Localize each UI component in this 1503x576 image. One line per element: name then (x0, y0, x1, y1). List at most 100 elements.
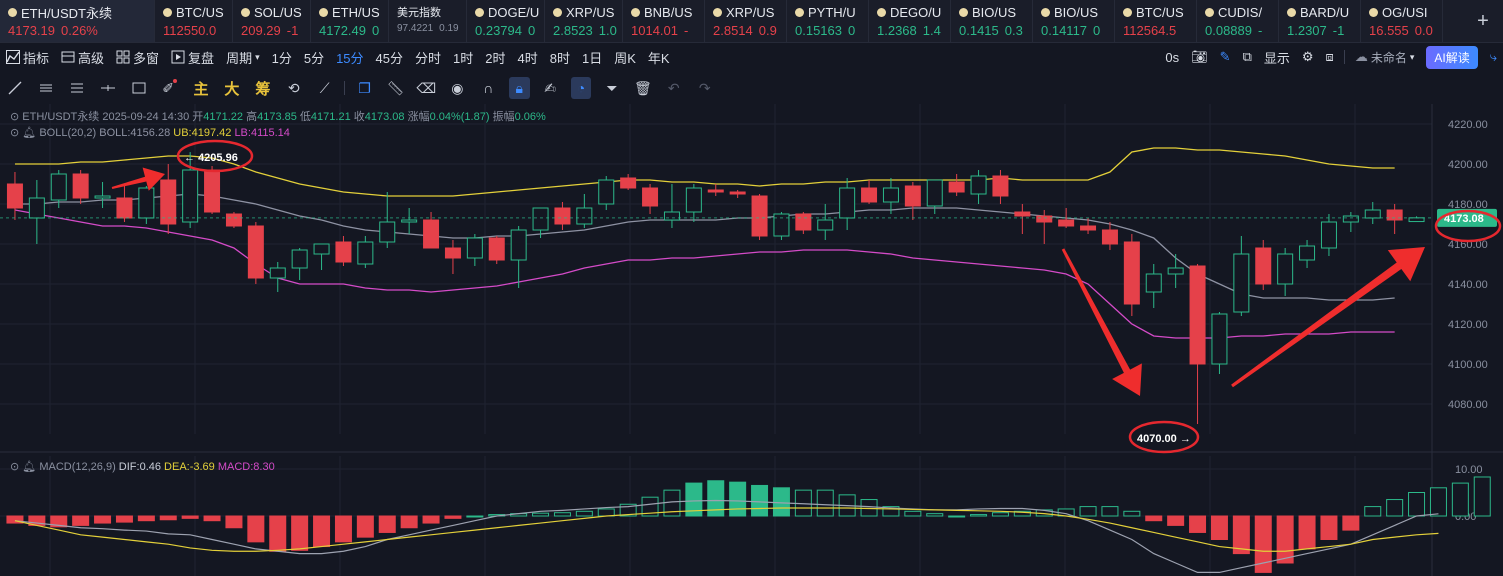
macd-bar (1364, 506, 1382, 517)
indicator-button[interactable]: 指标 (0, 43, 55, 71)
ticker-symbol-text: BNB/US (644, 4, 693, 20)
cloud-layout-dropdown[interactable]: ☁ 未命名 ▾ (1349, 43, 1421, 71)
layout-icon: ⧈ (1325, 49, 1334, 64)
line-tool[interactable] (5, 77, 26, 99)
notes-tool[interactable]: ✍ (540, 77, 561, 99)
main-force-tool[interactable]: 主 (191, 77, 212, 99)
ticker-symbol: SOL/US (241, 3, 310, 21)
share-button[interactable]: ⤷ (1484, 43, 1503, 71)
candle-body (1364, 209, 1381, 219)
open-value: 4171.22 (203, 111, 244, 123)
candle-body (598, 179, 615, 205)
candle-body (116, 197, 133, 219)
layout-button[interactable]: ⧈ (1320, 43, 1340, 71)
replay-button[interactable]: 复盘 (165, 43, 220, 71)
ticker-tab[interactable]: BNB/US 1014.01- (623, 0, 705, 42)
ticker-price: 0.08889 (1205, 23, 1252, 38)
candle-body (182, 169, 199, 223)
brush-tool[interactable]: ✐ (160, 77, 181, 99)
legend-toggle-icon[interactable]: ⊙ (10, 461, 19, 473)
ticker-symbol-text: BARD/U (1300, 4, 1350, 20)
advanced-label: 高级 (78, 50, 105, 66)
lock-tool[interactable]: 🔒︎ (508, 77, 530, 99)
parallel-tool[interactable] (36, 77, 57, 99)
period-dropdown[interactable]: 周期 ▾ (220, 43, 266, 71)
eraser-tool[interactable]: ⌫ (416, 77, 437, 99)
ticker-tab[interactable]: XRP/US 2.8523 1.0 (545, 0, 623, 42)
channel-tool[interactable] (67, 77, 88, 99)
ticker-tab[interactable]: BTC/US 112564.5 (1115, 0, 1197, 42)
ticker-tab[interactable]: SOL/US 209.29 -1 (233, 0, 311, 42)
macd-bar (948, 515, 966, 518)
settings-button[interactable]: ⚙ (1296, 43, 1320, 71)
macd-bar (1167, 515, 1185, 526)
high-value: 4173.85 (257, 111, 297, 123)
chip-tool[interactable]: 筹 (252, 77, 273, 99)
ticker-tab[interactable]: BTC/US 112550.0 (155, 0, 233, 42)
undo-tool[interactable]: ↶ (663, 77, 684, 99)
period-8[interactable]: 8时 (544, 43, 576, 71)
redo-tool[interactable]: ↷ (694, 77, 715, 99)
advanced-button[interactable]: 高级 (55, 43, 110, 71)
period-9[interactable]: 1日 (576, 43, 608, 71)
multi-window-button[interactable]: 多窗 (110, 43, 165, 71)
ticker-tab[interactable]: XRP/US 2.8514 0.9 (705, 0, 787, 42)
big-order-tool[interactable]: 大 (221, 77, 242, 99)
ticker-tab[interactable]: PYTH/U 0.15163 0 (787, 0, 869, 42)
magnet-tool[interactable]: ∩ (478, 77, 499, 99)
legend-toggle-icon[interactable]: ⊙ (10, 111, 19, 123)
ticker-tab[interactable]: BIO/US 0.1415 0.3 (951, 0, 1033, 42)
bell-icon[interactable]: 🔔︎ (22, 461, 36, 473)
external-button[interactable]: ⧉ (1237, 43, 1258, 71)
bell-icon[interactable]: 🔔︎ (22, 127, 36, 139)
ticker-symbol-text: BIO/US (1054, 4, 1099, 20)
ticker-tab[interactable]: ETH/USDT永续 4173.19 0.26% (0, 0, 155, 42)
candle-body (882, 187, 899, 203)
ruler-tool[interactable]: 📏︎ (385, 77, 406, 99)
copy-tool[interactable]: ❐ (354, 77, 375, 99)
legend-toggle-icon[interactable]: ⊙ (10, 127, 19, 139)
chart-area[interactable]: 4220.00 4200.00 4180.00 4160.00 4140.00 4120.… (0, 104, 1503, 576)
ticker-tab[interactable]: DEGO/U 1.2368 1.4 (869, 0, 951, 42)
period-1[interactable]: 5分 (298, 43, 330, 71)
visibility-tool[interactable]: ◉ (447, 77, 468, 99)
filter-tool[interactable]: ⏷ (601, 77, 622, 99)
ticker-tab[interactable]: DOGE/U 0.23794 0 (467, 0, 545, 42)
rectangle-tool[interactable] (129, 77, 150, 99)
edit-button[interactable]: ✎ (1214, 43, 1237, 71)
display-button[interactable]: 显示 (1258, 43, 1296, 71)
period-11[interactable]: 年K (642, 43, 676, 71)
period-5[interactable]: 1时 (447, 43, 479, 71)
delete-tool[interactable]: 🗑︎ (632, 77, 653, 99)
ticker-symbol: PYTH/U (795, 3, 868, 21)
period-3[interactable]: 45分 (370, 43, 409, 71)
camera-button[interactable]: 📷︎ (1185, 43, 1214, 71)
snap-tool[interactable]: ◔ (570, 77, 592, 99)
ticker-tab[interactable]: CUDIS/0.08889- (1197, 0, 1279, 42)
ticker-change: -1 (286, 23, 299, 38)
period-0[interactable]: 1分 (266, 43, 298, 71)
ticker-tab[interactable]: BARD/U 1.2307 -1 (1279, 0, 1361, 42)
measure-tool[interactable]: ⟋ (314, 77, 335, 99)
ruler-icon: 📏︎ (386, 79, 405, 96)
horizontal-line-tool[interactable] (98, 77, 119, 99)
period-10[interactable]: 周K (608, 43, 642, 71)
ticker-tab[interactable]: OG/USI 16.555 0.0 (1361, 0, 1443, 42)
ticker-symbol: DEGO/U (877, 3, 950, 21)
sync-tool[interactable]: ⟲ (283, 77, 304, 99)
ticker-tab[interactable]: 美元指数 97.4221 0.19 (389, 0, 467, 42)
redo-icon: ↷ (698, 79, 711, 96)
price-chart[interactable]: 4220.004200.004180.004160.004140.004120.… (0, 104, 1503, 576)
period-6[interactable]: 2时 (479, 43, 511, 71)
add-tab-button[interactable]: + (1463, 0, 1503, 42)
horizontal-line-icon (101, 85, 116, 91)
ticker-tab[interactable]: ETH/US 4172.49 0 (311, 0, 389, 42)
ticker-tab[interactable]: BIO/US 0.14117 0 (1033, 0, 1115, 42)
candle-body (532, 207, 549, 231)
period-2[interactable]: 15分 (330, 43, 369, 71)
ai-interpret-button[interactable]: AI解读 (1420, 43, 1483, 71)
ticker-symbol-text: ETH/USDT永续 (21, 5, 113, 21)
period-4[interactable]: 分时 (409, 43, 447, 71)
candle-body (1342, 215, 1359, 223)
period-7[interactable]: 4时 (512, 43, 544, 71)
